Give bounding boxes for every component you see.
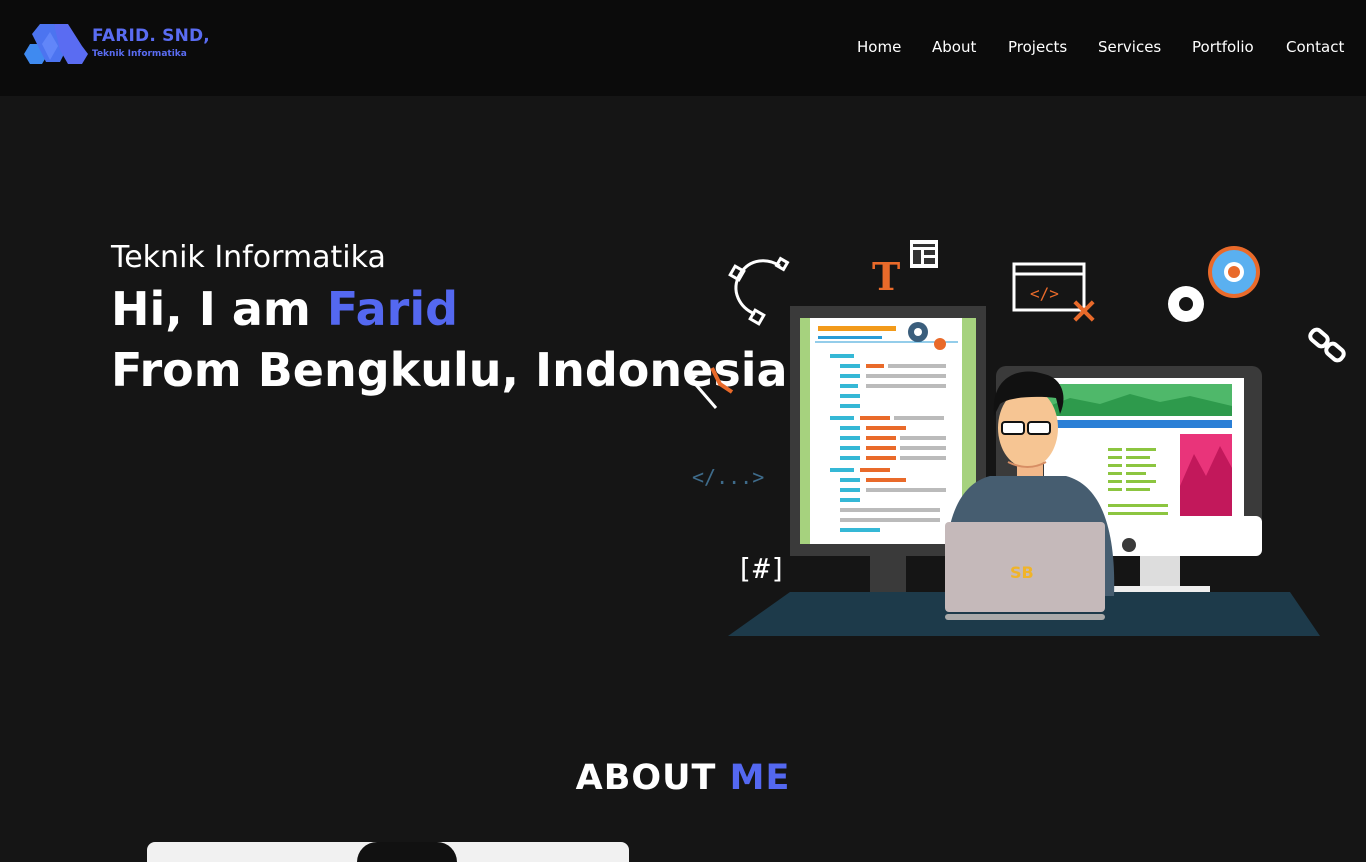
about-heading: ABOUT ME	[0, 758, 1366, 798]
about-heading-main: ABOUT	[575, 758, 717, 798]
laptop-badge-text: SB	[1010, 563, 1034, 582]
layout-window-icon	[910, 240, 938, 268]
hash-tag-text: [#]	[736, 552, 787, 585]
code-window-icon: </>	[1012, 262, 1095, 322]
hero-subtitle: Teknik Informatika	[111, 240, 386, 275]
main-menu: Home About Projects Services Portfolio C…	[0, 38, 1366, 60]
nav-link-home[interactable]: Home	[857, 38, 901, 56]
hero-name: Farid	[326, 282, 459, 336]
bezier-curve-icon	[728, 256, 790, 326]
developer-at-desk-image: T </> </...> [#] SB	[684, 240, 1346, 636]
hero-location: From Bengkulu, Indonesia	[111, 343, 788, 397]
nav-link-projects[interactable]: Projects	[1008, 38, 1067, 56]
hero-greeting: Hi, I am Farid	[111, 282, 458, 336]
developer-illustration: T </> </...> [#] SB	[684, 236, 1360, 646]
hero-greeting-text: Hi, I am	[111, 282, 311, 336]
svg-text:</>: </>	[1030, 284, 1059, 303]
about-profile-photo	[147, 842, 629, 862]
laptop: SB	[945, 522, 1105, 620]
letter-t-text: T	[872, 254, 900, 299]
nav-link-about[interactable]: About	[932, 38, 976, 56]
gear-white-icon	[1168, 286, 1204, 322]
code-tag-text: </...>	[692, 465, 764, 489]
top-navbar: FARID. SND, Teknik Informatika Home Abou…	[0, 0, 1366, 96]
nav-link-contact[interactable]: Contact	[1286, 38, 1344, 56]
about-heading-accent: ME	[729, 758, 791, 798]
nav-link-services[interactable]: Services	[1098, 38, 1161, 56]
cursor-arrow-icon	[684, 367, 734, 409]
gear-orange-icon	[1208, 246, 1260, 298]
nav-link-portfolio[interactable]: Portfolio	[1192, 38, 1254, 56]
link-chain-icon	[1308, 327, 1346, 363]
profile-photo-hair	[357, 842, 457, 862]
